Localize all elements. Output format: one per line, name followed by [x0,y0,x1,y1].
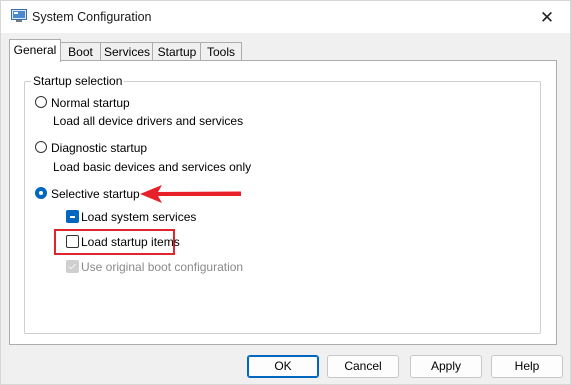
use-original-boot-config-checkbox [66,260,79,273]
normal-startup-radio[interactable] [35,96,47,108]
system-configuration-window: System Configuration ✕ General Boot Serv… [0,0,571,385]
cancel-button[interactable]: Cancel [327,355,399,378]
tab-services-label: Services [103,45,150,59]
normal-startup-description: Load all device drivers and services [53,114,244,128]
ok-button[interactable]: OK [247,355,319,378]
tab-tools-label: Tools [206,45,235,59]
general-tab-panel: Startup selection Normal startup Load al… [9,60,557,345]
diagnostic-startup-radio[interactable] [35,141,47,153]
tab-general[interactable]: General [9,39,61,62]
load-system-services-label[interactable]: Load system services [81,210,196,224]
selective-startup-label[interactable]: Selective startup [51,187,140,201]
apply-button[interactable]: Apply [410,355,482,378]
tab-general-label: General [13,43,57,57]
diagnostic-startup-description: Load basic devices and services only [53,160,252,174]
load-system-services-checkbox[interactable] [66,210,79,223]
tab-startup-label: Startup [157,45,197,59]
normal-startup-label[interactable]: Normal startup [51,96,130,110]
window-title: System Configuration [32,10,152,24]
title-bar[interactable]: System Configuration ✕ [1,1,570,33]
tab-boot[interactable]: Boot [59,42,102,61]
use-original-boot-config-label: Use original boot configuration [81,260,244,274]
load-startup-items-checkbox[interactable] [66,235,79,248]
diagnostic-startup-label[interactable]: Diagnostic startup [51,141,147,155]
tab-boot-label: Boot [68,45,93,59]
close-button[interactable]: ✕ [524,1,570,33]
tab-services[interactable]: Services [100,42,154,61]
load-startup-items-label[interactable]: Load startup items [81,235,180,249]
selective-startup-radio[interactable] [35,187,47,199]
red-arrow-annotation [140,185,241,203]
tab-startup[interactable]: Startup [152,42,202,61]
close-icon: ✕ [539,7,555,27]
msconfig-app-icon [11,9,27,22]
tab-tools[interactable]: Tools [200,42,242,61]
startup-selection-legend: Startup selection [31,74,125,88]
help-button[interactable]: Help [491,355,563,378]
